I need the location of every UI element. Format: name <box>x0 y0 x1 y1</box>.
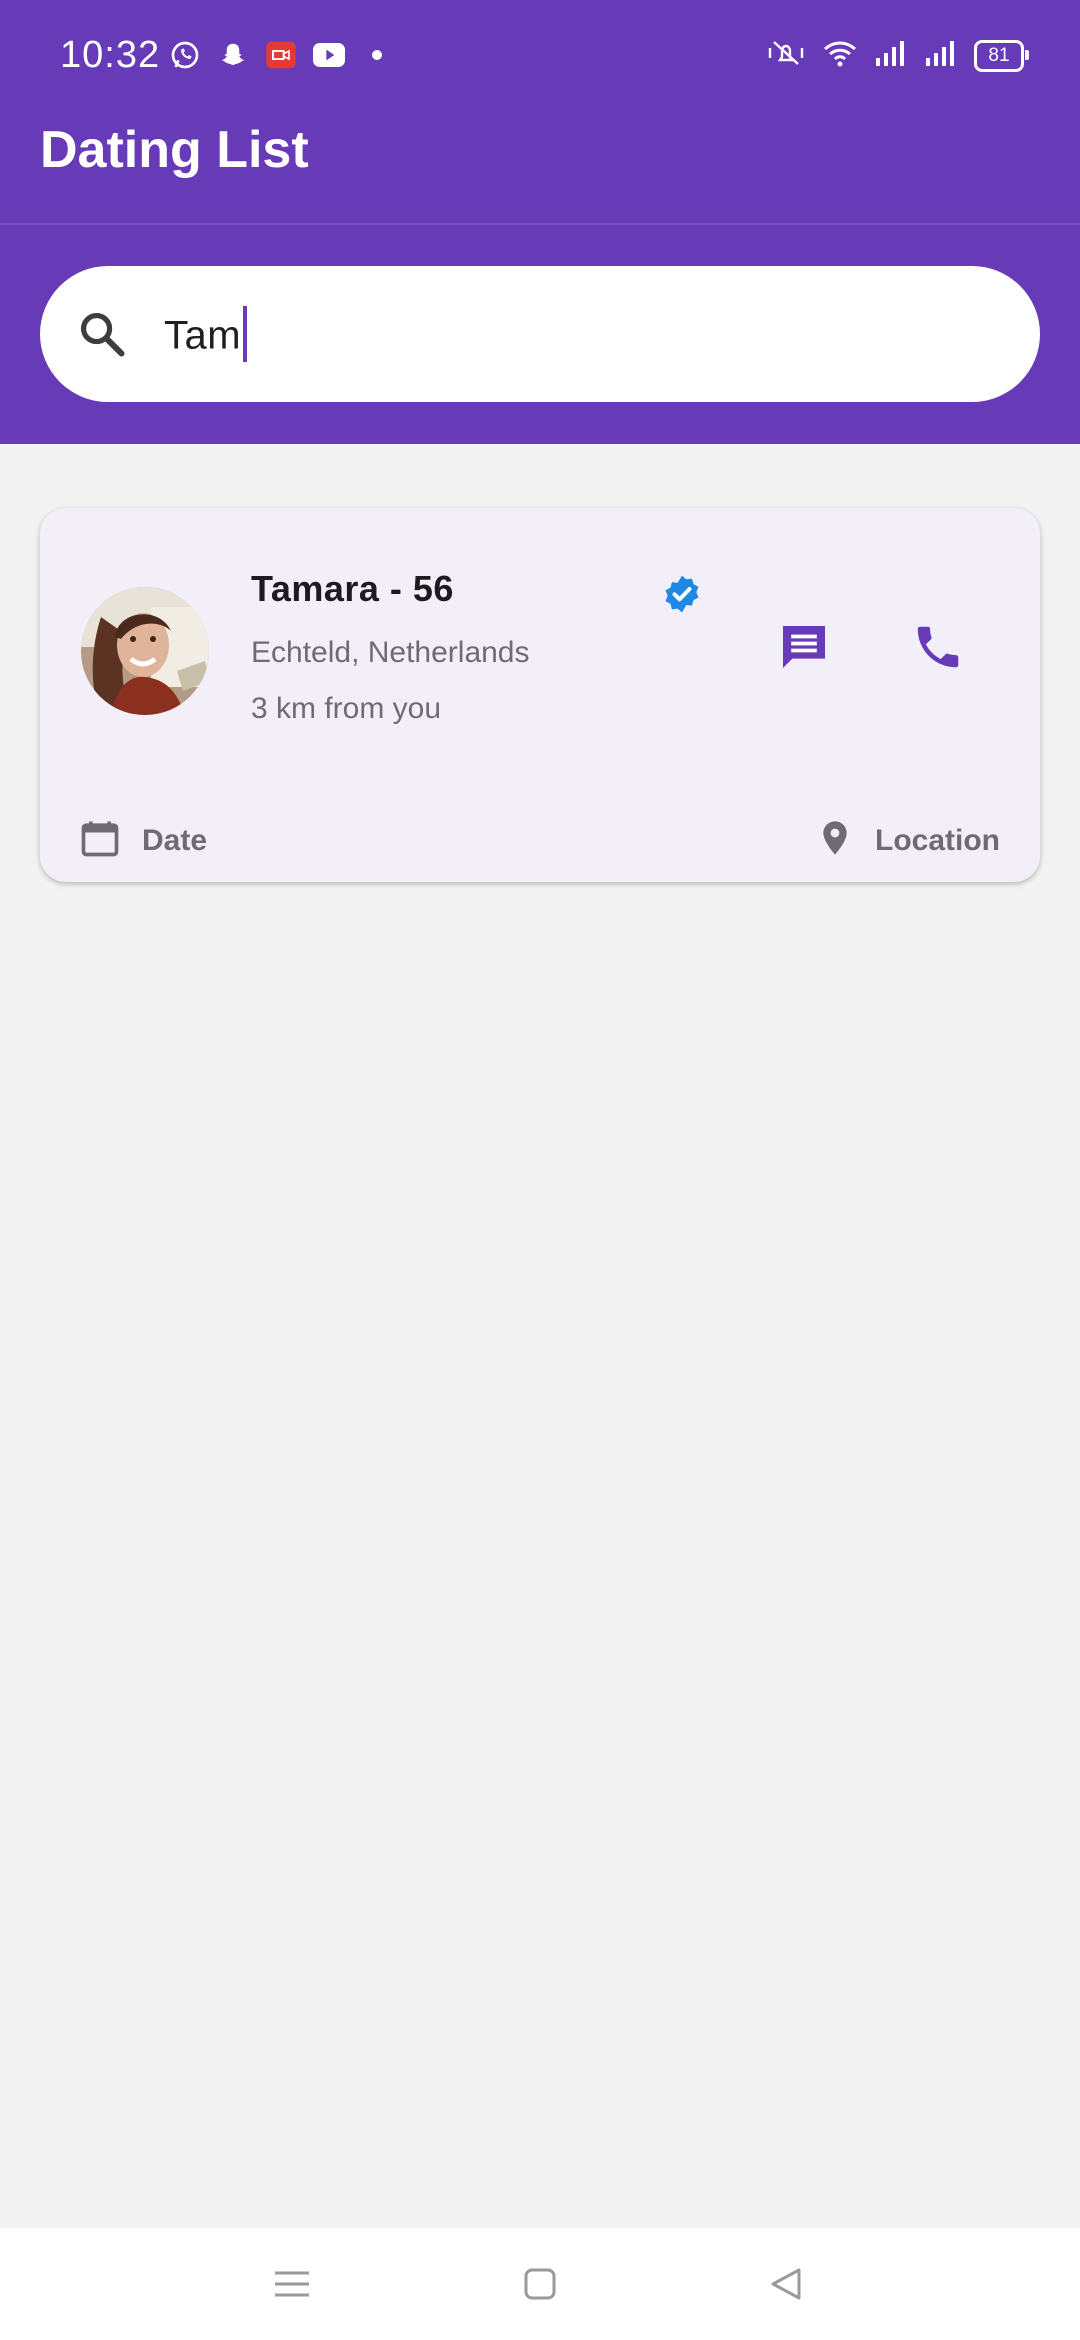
back-icon[interactable] <box>766 2264 806 2304</box>
phone-icon <box>911 620 965 679</box>
calendar-icon <box>78 816 122 865</box>
location-pin-icon <box>815 816 855 865</box>
youtube-icon <box>312 38 346 72</box>
search-input-value: Tam <box>164 313 242 358</box>
battery-indicator: 81 <box>974 39 1029 72</box>
location-label: Location <box>875 823 1000 857</box>
snapchat-icon <box>216 38 250 72</box>
home-icon[interactable] <box>520 2264 560 2304</box>
date-label: Date <box>142 823 208 857</box>
page-title: Dating List <box>40 121 309 179</box>
profile-location: Echteld, Netherlands <box>251 636 530 669</box>
avatar[interactable] <box>81 587 209 715</box>
profile-distance: 3 km from you <box>251 692 442 725</box>
wifi-icon <box>822 38 858 73</box>
status-time: 10:32 <box>60 34 161 76</box>
call-button[interactable] <box>900 611 976 687</box>
status-app-icons <box>168 38 394 72</box>
verified-badge-icon <box>662 574 702 614</box>
status-bar: 10:32 81 <box>0 0 1080 112</box>
location-action[interactable]: Location <box>815 816 1000 865</box>
mute-vibrate-icon <box>766 38 806 73</box>
message-icon <box>776 619 832 680</box>
profile-card[interactable]: Tamara - 56 Echteld, Netherlands 3 km fr… <box>40 508 1040 882</box>
app-bar: 10:32 81 Dating List Tam <box>0 0 1080 444</box>
search-input[interactable]: Tam <box>164 306 248 366</box>
profile-name: Tamara - 56 <box>251 568 454 609</box>
search-icon <box>76 308 128 360</box>
message-button[interactable] <box>766 611 842 687</box>
dot-icon <box>360 38 394 72</box>
screen-recorder-icon <box>264 38 298 72</box>
status-system-icons: 81 <box>766 38 1029 73</box>
signal-icon <box>874 38 908 73</box>
date-action[interactable]: Date <box>78 816 207 865</box>
search-bar[interactable]: Tam <box>40 266 1040 402</box>
signal-icon <box>924 38 958 73</box>
menu-icon[interactable] <box>272 2264 312 2304</box>
app-bar-divider <box>0 223 1080 225</box>
whatsapp-icon <box>168 38 202 72</box>
system-navigation-bar <box>0 2228 1080 2340</box>
text-caret <box>243 306 248 362</box>
